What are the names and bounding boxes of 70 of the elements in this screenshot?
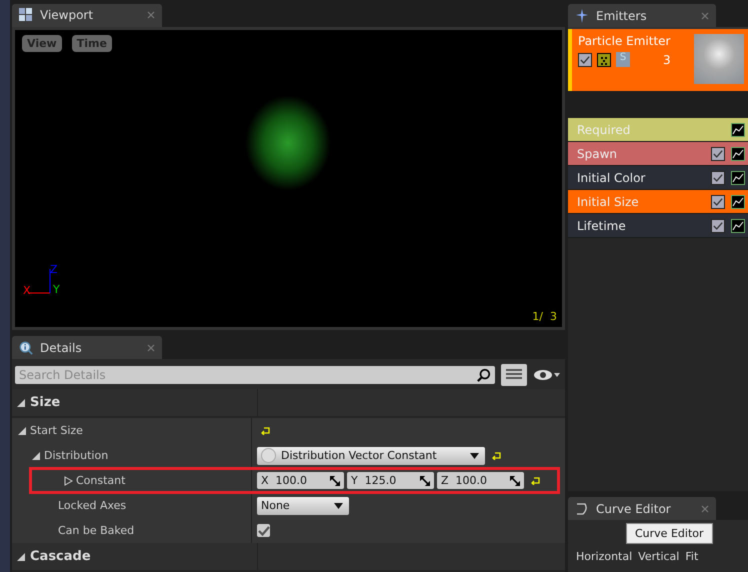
spin-arrows-icon[interactable]: [330, 476, 340, 486]
close-icon[interactable]: [701, 504, 709, 512]
checkbox[interactable]: [578, 52, 592, 66]
search-field[interactable]: Search Details: [15, 366, 495, 384]
caret-icon: [334, 502, 343, 508]
eye-dropdown-icon[interactable]: [533, 368, 561, 382]
property-label: Constant: [76, 474, 126, 487]
graph-icon[interactable]: [731, 194, 745, 208]
toolbar-button[interactable]: Horizontal: [576, 549, 632, 563]
property-label: Distribution: [44, 449, 108, 462]
particle-count: 3: [663, 52, 671, 66]
reset-arrow-icon[interactable]: [492, 452, 502, 460]
checkbox[interactable]: [711, 146, 725, 160]
toolbar-button[interactable]: Fit: [685, 549, 698, 563]
dropdown[interactable]: None: [257, 496, 349, 514]
info-magnifier-icon: [19, 340, 33, 355]
axis-label: Y: [53, 282, 60, 296]
list-icon: [506, 368, 522, 382]
emitters-tab[interactable]: Emitters: [568, 4, 716, 27]
graph-icon[interactable]: [731, 218, 745, 232]
close-icon[interactable]: [147, 11, 155, 20]
module-row[interactable]: Lifetime: [568, 214, 748, 238]
reset-arrow-icon[interactable]: [531, 476, 541, 484]
dotted-square-icon[interactable]: [597, 52, 611, 66]
tab-label: Viewport: [40, 8, 94, 22]
number-field[interactable]: X 100.0: [257, 472, 344, 489]
section-title[interactable]: Size: [30, 395, 60, 410]
window-grid-icon: [19, 8, 33, 22]
caret-icon: [470, 452, 479, 458]
graph-icon[interactable]: [731, 122, 745, 136]
expand-triangle-icon[interactable]: [18, 426, 27, 436]
tab-label: Details: [40, 340, 82, 355]
tab-label: Curve Editor: [596, 502, 671, 516]
property-label: Start Size: [30, 424, 83, 437]
axis-label: Z: [50, 262, 58, 276]
checkbox[interactable]: [711, 170, 725, 184]
module-row[interactable]: Initial Color: [568, 166, 748, 190]
checkbox[interactable]: [257, 524, 270, 537]
view-options-button[interactable]: [501, 364, 527, 386]
dropdown[interactable]: Distribution Vector Constant: [257, 446, 485, 464]
tooltip: Curve Editor: [626, 523, 713, 544]
close-icon[interactable]: [701, 12, 709, 20]
expand-triangle-icon[interactable]: [32, 450, 41, 460]
curve-icon: [575, 502, 589, 516]
expand-triangle-icon[interactable]: [64, 476, 73, 486]
viewport-tab[interactable]: Viewport: [12, 4, 162, 27]
emitter-name: Particle Emitter: [578, 34, 672, 48]
spin-arrows-icon[interactable]: [510, 476, 520, 486]
curve-editor-tab[interactable]: Curve Editor: [568, 497, 716, 520]
reset-arrow-icon[interactable]: [261, 426, 271, 434]
property-label: Locked Axes: [58, 499, 126, 512]
property-label: Can be Baked: [58, 524, 134, 537]
search-icon: [477, 368, 491, 382]
number-field[interactable]: Z 100.0: [437, 472, 524, 489]
details-tab[interactable]: Details: [12, 336, 162, 359]
collapse-triangle-icon[interactable]: [17, 552, 26, 560]
toolbar-button[interactable]: Vertical: [638, 549, 680, 563]
checkbox[interactable]: [711, 218, 725, 232]
close-icon[interactable]: [147, 344, 155, 352]
checkbox[interactable]: [711, 194, 725, 208]
section-title[interactable]: Cascade: [30, 549, 91, 564]
number-field[interactable]: Y 125.0: [347, 472, 434, 489]
graph-icon[interactable]: [731, 146, 745, 160]
sparkle-icon: [575, 8, 589, 22]
graph-icon[interactable]: [731, 170, 745, 184]
tab-label: Emitters: [596, 8, 647, 22]
spin-arrows-icon[interactable]: [420, 476, 430, 486]
preview-thumbnail: [694, 34, 744, 84]
collapse-triangle-icon[interactable]: [17, 398, 26, 406]
frame-counter: 1/ 3: [532, 310, 557, 324]
